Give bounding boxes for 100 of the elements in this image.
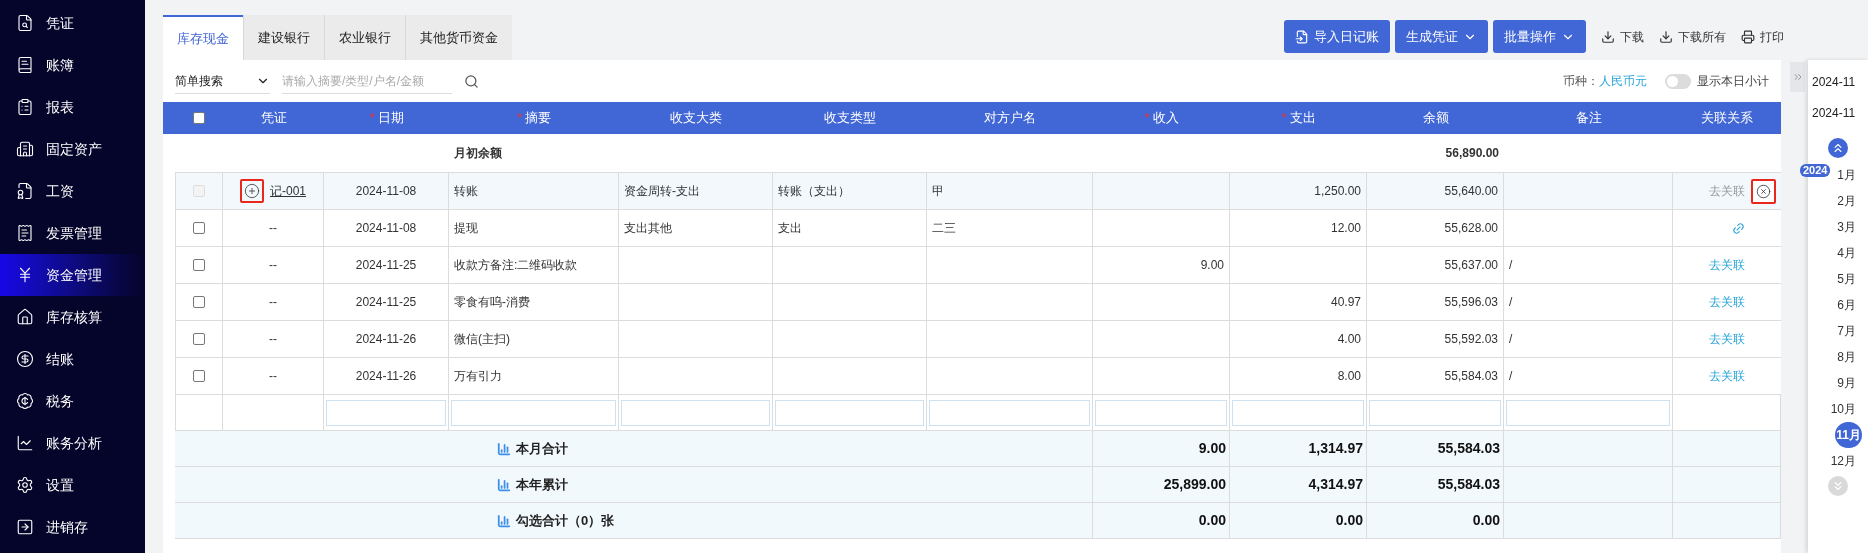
summary-cell-text: 万有引力 [454, 368, 502, 385]
totals-label: 勾选合计（0）张 [516, 511, 615, 530]
month-item[interactable]: 1月 [1837, 162, 1856, 188]
month-item[interactable]: 12月 [1830, 448, 1856, 474]
month-item[interactable]: 9月 [1837, 370, 1856, 396]
category-cell-text: 支出其他 [624, 220, 672, 237]
search-field[interactable]: 请输入摘要/类型/户名/金额 [282, 68, 452, 94]
checkbox[interactable] [193, 370, 205, 382]
checkbox[interactable] [193, 333, 205, 345]
sidebar-item[interactable]: 发票管理 [0, 212, 145, 254]
entry-field[interactable] [929, 399, 1090, 426]
month-item[interactable]: 5月 [1837, 266, 1856, 292]
voucher-cell-text: -- [269, 368, 277, 385]
sidebar-item[interactable]: 工资 [0, 170, 145, 212]
sidebar-item[interactable]: 进销存 [0, 506, 145, 548]
menu-icon [16, 308, 34, 326]
entry-field[interactable] [1095, 399, 1227, 426]
sidebar-item[interactable]: 报表 [0, 86, 145, 128]
date-chip[interactable]: 2024-11 [1812, 70, 1868, 94]
menu-icon [16, 224, 34, 242]
column-label: 日期 [377, 109, 404, 128]
table-row[interactable]: -- 2024-11-26 微信(主扫) 4.00 55,592.03 / 去关联 [175, 321, 1781, 358]
toolbar-link[interactable]: 下载所有 [1659, 20, 1726, 53]
category-cell-text: 资金周转-支出 [624, 183, 700, 200]
entry-field[interactable] [1506, 399, 1670, 426]
required-mark: * [1281, 109, 1287, 128]
expense-cell-text: 1,250.00 [1314, 183, 1361, 200]
expense-cell-text: 8.00 [1337, 368, 1361, 385]
totals-value: 55,584.03 [1437, 439, 1500, 458]
table-row[interactable]: -- 2024-11-08 提现 支出其他 支出 二三 12.00 55,628.00 [175, 210, 1781, 247]
note-cell-text: / [1509, 257, 1513, 274]
column-label: 支出 [1289, 109, 1316, 128]
month-item[interactable]: 7月 [1837, 318, 1856, 344]
required-mark: * [516, 109, 523, 128]
scroll-down-button[interactable] [1828, 476, 1848, 496]
menu-icon [16, 182, 34, 200]
menu-icon [16, 350, 34, 368]
month-item[interactable]: 3月 [1837, 214, 1856, 240]
entry-field[interactable] [621, 399, 770, 426]
expense-cell-text: 12.00 [1330, 220, 1361, 237]
tab[interactable]: 库存现金 [163, 15, 243, 60]
scroll-up-button[interactable] [1828, 138, 1848, 158]
sidebar-item[interactable]: 税务 [0, 380, 145, 422]
summary-cell-text: 零食有呜-消费 [454, 294, 530, 311]
sidebar-item[interactable]: 设置 [0, 464, 145, 506]
tab[interactable]: 建设银行 [243, 15, 324, 60]
column-label: 关联关系 [1701, 109, 1753, 128]
summary-cell-text: 收款方备注:二维码收款 [454, 257, 578, 274]
opening-balance: 56,890.00 [1445, 145, 1499, 162]
toolbar-link[interactable]: 打印 [1741, 20, 1784, 53]
table-row[interactable]: -- 2024-11-25 零食有呜-消费 40.97 55,596.03 / 去关联 [175, 284, 1781, 321]
sidebar-item[interactable]: 凭证 [0, 2, 145, 44]
checkbox[interactable] [193, 222, 205, 234]
month-item[interactable]: 4月 [1837, 240, 1856, 266]
month-item[interactable]: 8月 [1837, 344, 1856, 370]
totals-value: 0.00 [1335, 511, 1363, 530]
entry-field[interactable] [775, 399, 924, 426]
type-cell-text: 转账（支出） [778, 183, 850, 200]
totals-value: 25,899.00 [1163, 475, 1226, 494]
balance-cell-text: 55,640.00 [1444, 183, 1498, 200]
type-cell-text: 支出 [778, 220, 802, 237]
toolbar-link[interactable]: 下载 [1601, 20, 1644, 53]
toggle-switch[interactable] [1665, 73, 1691, 89]
entry-field[interactable] [1369, 399, 1501, 426]
sidebar-item[interactable]: 结账 [0, 338, 145, 380]
table-row[interactable]: -- 2024-11-26 万有引力 8.00 55,584.03 / 去关联 [175, 358, 1781, 395]
sidebar-item[interactable]: 账务分析 [0, 422, 145, 464]
sidebar-item[interactable]: 资金管理 [0, 254, 145, 296]
month-item[interactable]: 10月 [1830, 396, 1856, 422]
column-label: 备注 [1575, 109, 1602, 128]
checkbox[interactable] [193, 259, 205, 271]
sidebar-item[interactable]: 库存核算 [0, 296, 145, 338]
entry-field[interactable] [326, 399, 446, 426]
entry-field[interactable] [451, 399, 616, 426]
search-icon[interactable] [464, 73, 479, 89]
tab[interactable]: 农业银行 [324, 15, 405, 60]
income-cell-text: 9.00 [1200, 257, 1224, 274]
date-cell-text: 2024-11-25 [355, 257, 417, 274]
toolbar-button[interactable]: 导入日记账 [1284, 20, 1390, 53]
toolbar-button[interactable]: 批量操作 [1493, 20, 1586, 53]
balance-cell-text: 55,584.03 [1444, 368, 1498, 385]
toolbar-button[interactable]: 生成凭证 [1395, 20, 1488, 53]
voucher-cell-text: -- [269, 331, 277, 348]
month-item[interactable]: 2月 [1837, 188, 1856, 214]
sidebar-item[interactable]: 固定资产 [0, 128, 145, 170]
search-mode-select[interactable]: 简单搜索 [175, 68, 270, 94]
checkbox[interactable] [193, 112, 205, 124]
month-item[interactable]: 6月 [1837, 292, 1856, 318]
sidebar-item[interactable]: 账簿 [0, 44, 145, 86]
table-row[interactable]: -- 2024-11-25 收款方备注:二维码收款 9.00 55,637.00 / 去关联 [175, 247, 1781, 284]
month-item[interactable]: 11月 [1835, 422, 1862, 448]
collapse-button[interactable] [1790, 62, 1805, 92]
date-chip[interactable]: 2024-11 [1812, 101, 1868, 125]
entry-field[interactable] [1232, 399, 1364, 426]
download-icon [1659, 29, 1673, 44]
tab[interactable]: 其他货币资金 [405, 15, 512, 60]
totals-value: 9.00 [1198, 439, 1226, 458]
balance-cell-text: 55,637.00 [1444, 257, 1498, 274]
balance-cell-text: 55,596.03 [1444, 294, 1498, 311]
checkbox[interactable] [193, 296, 205, 308]
